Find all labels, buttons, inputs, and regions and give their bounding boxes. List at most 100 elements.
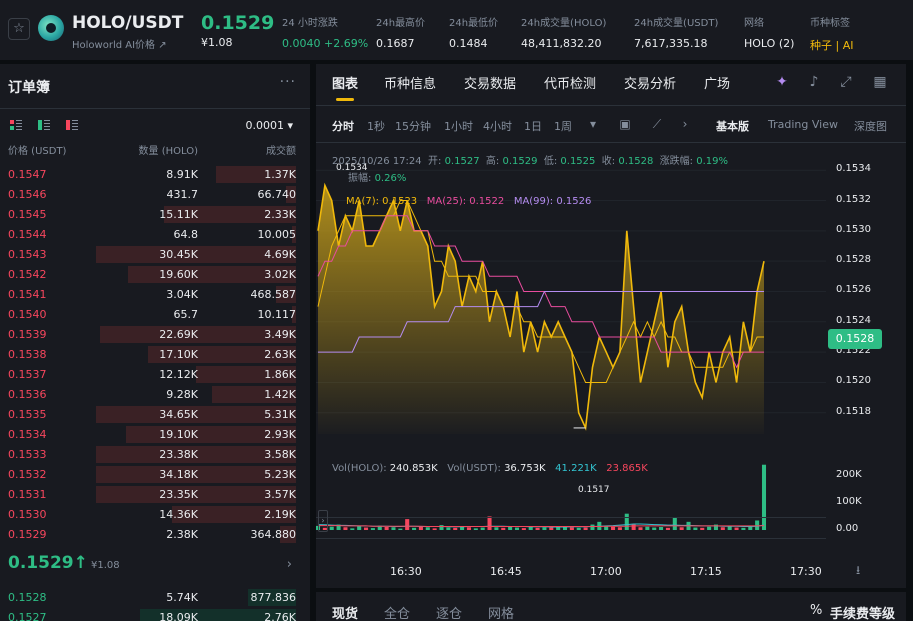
more-options-icon[interactable]: ···: [280, 74, 296, 90]
ask-row[interactable]: 0.1543 30.45K 4.69K: [0, 244, 310, 264]
row-total: 1.86K: [264, 368, 296, 381]
legend-ma99: MA(99): 0.1526: [513, 196, 592, 207]
tab-token-check[interactable]: 代币检测: [544, 73, 596, 92]
ticker-stat: 24h成交量(USDT) 7,617,335.18: [634, 14, 718, 50]
timeframe-15m[interactable]: 15分钟: [395, 118, 431, 134]
star-icon[interactable]: ☆: [8, 18, 30, 40]
volume-bar: [679, 527, 684, 530]
ask-row[interactable]: 0.1538 17.10K 2.63K: [0, 344, 310, 364]
chevron-down-icon[interactable]: ▾: [584, 115, 602, 133]
vol-ma1-value: 41.221K: [555, 463, 597, 474]
book-mode-bids-icon[interactable]: [38, 120, 50, 131]
ai-sparkle-icon[interactable]: ✦: [773, 73, 791, 91]
stat-label: 24h最低价: [449, 18, 499, 29]
pair-title[interactable]: HOLO/USDT: [72, 13, 183, 33]
row-total: 10.117: [257, 308, 297, 321]
book-mode-asks-icon[interactable]: [66, 120, 78, 131]
ask-row[interactable]: 0.1533 23.38K 3.58K: [0, 444, 310, 464]
last-price-cny: ¥1.08: [201, 36, 233, 49]
tab-coin-info[interactable]: 币种信息: [384, 73, 436, 92]
ask-row[interactable]: 0.1529 2.38K 364.880: [0, 524, 310, 544]
row-total: 5.23K: [264, 468, 296, 481]
bid-row[interactable]: 0.1527 18.09K 2.76K: [0, 607, 310, 621]
legend-change: 0.19%: [696, 156, 729, 167]
chart-canvas[interactable]: [315, 144, 906, 588]
ask-row[interactable]: 0.1546 431.7 66.740: [0, 184, 310, 204]
bid-row[interactable]: 0.1528 5.74K 877.836: [0, 587, 310, 607]
row-price: 0.1543: [8, 248, 47, 261]
volume-tick-label: 0.00: [836, 523, 859, 534]
volume-bar: [418, 526, 423, 530]
vol-ma2-line: [318, 525, 765, 527]
indicator-icon[interactable]: ⟋: [648, 115, 666, 133]
expand-icon[interactable]: ⤢: [837, 73, 855, 91]
row-total: 3.57K: [264, 488, 296, 501]
timeframe-1s[interactable]: 1秒: [367, 118, 385, 134]
ask-row[interactable]: 0.1541 3.04K 468.587: [0, 284, 310, 304]
ask-row[interactable]: 0.1539 22.69K 3.49K: [0, 324, 310, 344]
divider: [0, 108, 310, 109]
timeframe-1w[interactable]: 1周: [554, 118, 572, 134]
ask-row[interactable]: 0.1535 34.65K 5.31K: [0, 404, 310, 424]
ask-row[interactable]: 0.1532 34.18K 5.23K: [0, 464, 310, 484]
pair-subtitle-link[interactable]: Holoworld AI价格 ↗: [72, 36, 167, 51]
ask-row[interactable]: 0.1544 64.8 10.005: [0, 224, 310, 244]
row-total: 2.76K: [264, 611, 296, 621]
view-tradingview[interactable]: Trading View: [768, 118, 838, 131]
row-amount: 18.09K: [159, 611, 198, 621]
x-tick-label: 16:45: [490, 565, 522, 578]
fee-level-link[interactable]: 手续费等级: [830, 603, 895, 621]
row-total: 468.587: [250, 288, 297, 301]
reset-icon[interactable]: ⭳: [856, 561, 860, 582]
y-tick-label: 0.1524: [836, 314, 871, 326]
row-total: 3.58K: [264, 448, 296, 461]
tab-chart[interactable]: 图表: [332, 73, 358, 92]
volume-bar: [734, 527, 739, 530]
timeframe-1d[interactable]: 1日: [524, 118, 542, 134]
tab-square[interactable]: 广场: [704, 73, 730, 92]
row-total: 2.63K: [264, 348, 296, 361]
chart-tabs: 图表 币种信息 交易数据 代币检测 交易分析 广场 ✦ ♪ ⤢ ▦: [316, 64, 906, 104]
row-amount: 5.74K: [166, 591, 198, 604]
price-chart[interactable]: 2025/10/26 17:24 开: 0.1527 高: 0.1529 低: …: [315, 144, 906, 588]
ask-row[interactable]: 0.1547 8.91K 1.37K: [0, 164, 310, 184]
percent-icon[interactable]: %: [810, 603, 822, 618]
row-price: 0.1530: [8, 508, 47, 521]
row-amount: 23.35K: [159, 488, 198, 501]
tab-trade-analysis[interactable]: 交易分析: [624, 73, 676, 92]
timeframe-4h[interactable]: 4小时: [483, 118, 512, 134]
chevron-right-icon[interactable]: ›: [287, 557, 292, 572]
volume-bar: [528, 527, 533, 530]
legend-high-label: 高:: [485, 156, 500, 167]
ask-row[interactable]: 0.1540 65.7 10.117: [0, 304, 310, 324]
tick-size-select[interactable]: 0.0001 ▾: [245, 119, 293, 132]
tab-spot[interactable]: 现货: [332, 603, 358, 621]
book-mode-both-icon[interactable]: [10, 120, 22, 131]
volume-bar: [370, 528, 375, 530]
ask-row[interactable]: 0.1531 23.35K 3.57K: [0, 484, 310, 504]
tab-trade-data[interactable]: 交易数据: [464, 73, 516, 92]
ask-row[interactable]: 0.1542 19.60K 3.02K: [0, 264, 310, 284]
timeframe-line[interactable]: 分时: [332, 118, 354, 134]
stat-label: 网络: [744, 18, 764, 29]
tab-grid[interactable]: 网格: [488, 603, 514, 621]
ask-row[interactable]: 0.1534 19.10K 2.93K: [0, 424, 310, 444]
ask-row[interactable]: 0.1536 9.28K 1.42K: [0, 384, 310, 404]
ask-row[interactable]: 0.1537 12.12K 1.86K: [0, 364, 310, 384]
ask-row[interactable]: 0.1545 15.11K 2.33K: [0, 204, 310, 224]
grid-icon[interactable]: ▦: [871, 73, 889, 91]
tab-isolated[interactable]: 逐仓: [436, 603, 462, 621]
bell-icon[interactable]: ♪: [805, 73, 823, 91]
row-price: 0.1531: [8, 488, 47, 501]
ask-row[interactable]: 0.1530 14.36K 2.19K: [0, 504, 310, 524]
tab-cross[interactable]: 全仓: [384, 603, 410, 621]
volume-bar: [755, 520, 760, 530]
ticker-stat: 币种标签 种子 | AI: [810, 14, 853, 53]
chevron-right-icon[interactable]: ›: [676, 115, 694, 133]
calendar-icon[interactable]: ▣: [616, 115, 634, 133]
volume-bar: [508, 526, 513, 530]
timeframe-1h[interactable]: 1小时: [444, 118, 473, 134]
view-basic[interactable]: 基本版: [716, 118, 749, 134]
scroll-handle[interactable]: ›: [318, 510, 328, 532]
view-depth[interactable]: 深度图: [854, 118, 887, 134]
